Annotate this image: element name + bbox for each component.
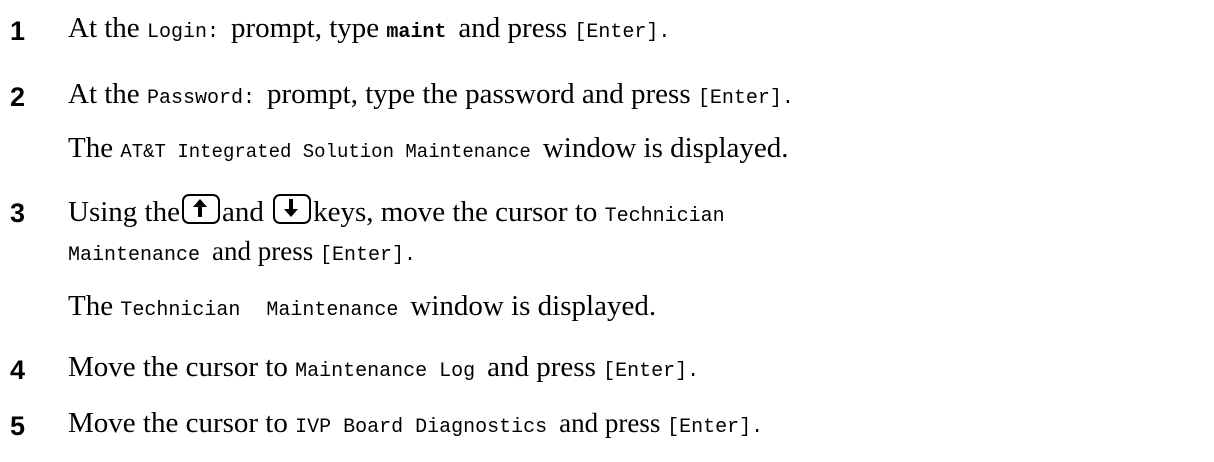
up-arrow-key-icon [181, 194, 220, 224]
window-name-code: AT&T Integrated Solution Maintenance [120, 141, 531, 163]
enter-key-code: [Enter]. [320, 244, 417, 267]
text: The [68, 290, 121, 322]
step-number: 5 [10, 411, 26, 441]
text: Using the [68, 196, 180, 228]
text: and press [212, 236, 321, 266]
password-prompt-code: Password: [146, 87, 255, 110]
text: Move the cursor to [68, 351, 296, 383]
ivp-board-diagnostics-code: IVP Board Diagnostics [295, 416, 548, 439]
enter-key-code: [Enter]. [667, 416, 764, 439]
window-name-code: Technician Maintenance [120, 299, 399, 322]
step-number: 1 [10, 16, 26, 46]
enter-key-code: [Enter]. [574, 21, 671, 44]
text: prompt, type [230, 12, 387, 44]
enter-key-code: [Enter]. [697, 87, 794, 110]
text: and [221, 196, 264, 228]
maint-code: maint [386, 21, 447, 44]
text: and press [487, 351, 604, 383]
text: prompt, type the password and press [266, 78, 698, 110]
step-2-line-2: The AT&T Integrated Solution Maintenance… [68, 132, 789, 165]
step-4-line: Move the cursor to Maintenance Log and pr… [68, 351, 699, 384]
text: window is displayed. [410, 290, 657, 322]
step-3-line-2: Maintenance and press [Enter]. [68, 235, 416, 268]
technician-code: Technician [604, 205, 725, 228]
step-1-line: At the Login: prompt, type maint and press… [68, 12, 670, 45]
step-3-line-1: Using the and keys, move the cursor to Te… [68, 194, 725, 229]
text: and press [559, 408, 668, 438]
maintenance-code: Maintenance [68, 244, 201, 267]
text: Move the cursor to [68, 407, 296, 439]
text: and press [458, 12, 575, 44]
enter-key-code: [Enter]. [603, 360, 700, 383]
text: keys, move the cursor to [313, 196, 605, 228]
step-5-line: Move the cursor to IVP Board Diagnostics… [68, 407, 763, 440]
step-number: 3 [10, 198, 26, 228]
login-prompt-code: Login: [146, 21, 219, 44]
text: The [68, 132, 121, 164]
step-3-line-3: The Technician Maintenance window is disp… [68, 290, 656, 323]
text: window is displayed. [542, 132, 789, 164]
step-number: 4 [10, 355, 26, 385]
step-number: 2 [10, 82, 26, 112]
text: At the [68, 78, 147, 110]
down-arrow-key-icon [273, 194, 312, 224]
step-2-line-1: At the Password: prompt, type the passwor… [68, 78, 794, 111]
maintenance-log-code: Maintenance Log [295, 360, 476, 383]
text: At the [68, 12, 147, 44]
